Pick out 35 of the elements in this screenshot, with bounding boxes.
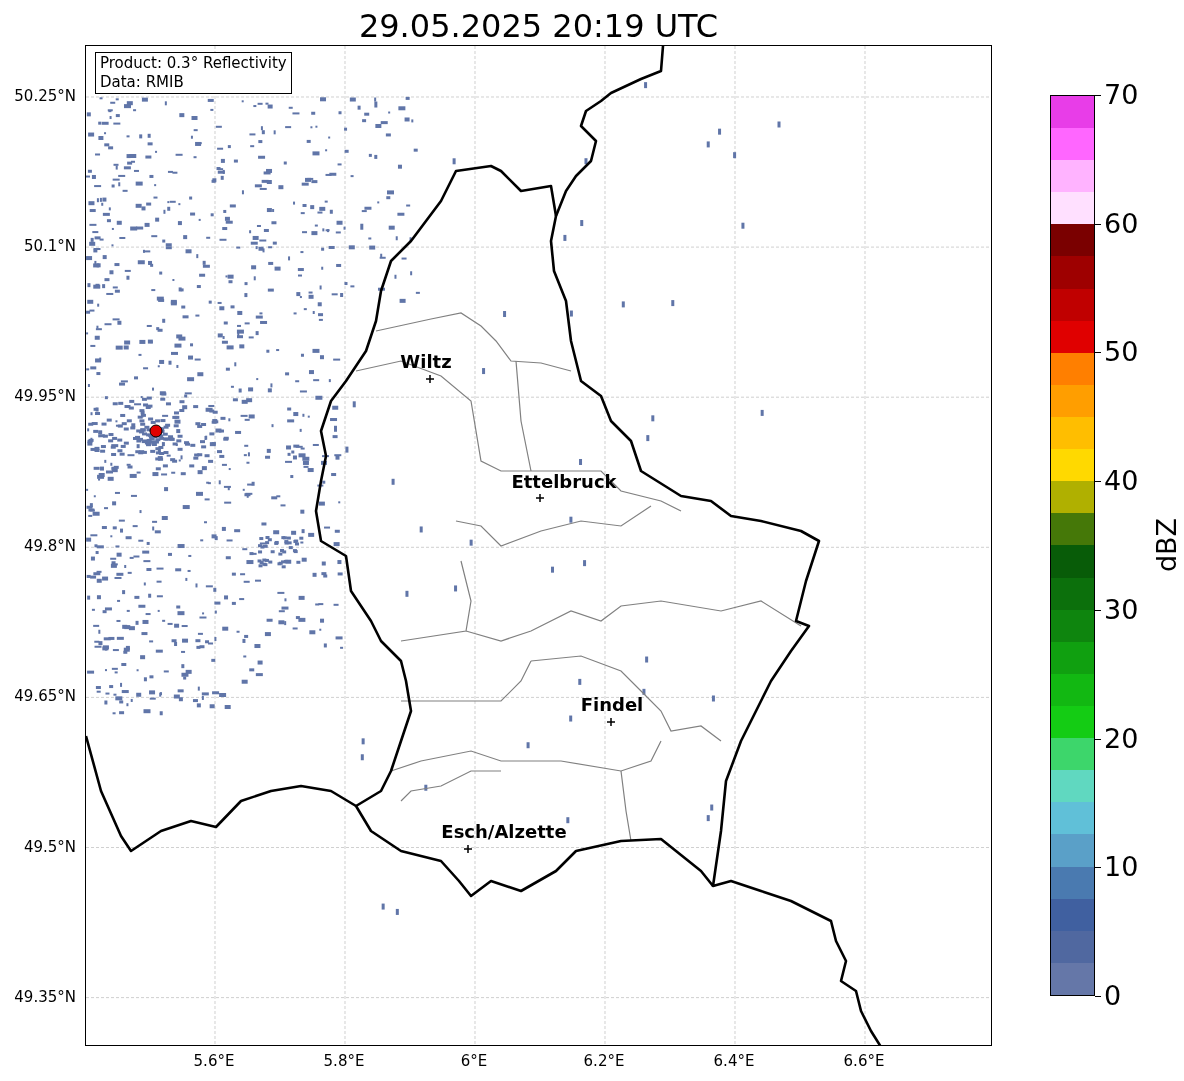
colorbar-tick-label: 40 <box>1104 466 1139 497</box>
city-marker-icon <box>463 844 473 854</box>
city-label: Ettelbruck <box>511 472 617 492</box>
colorbar-tick-label: 20 <box>1104 723 1139 754</box>
axis-tick-label: 6°E <box>460 1052 488 1070</box>
axis-tick-label: 5.8°E <box>323 1052 365 1070</box>
axis-tick-label: 49.35°N <box>14 987 76 1006</box>
info-text: Data: RMIB <box>100 73 185 92</box>
radar-site-marker <box>149 424 163 438</box>
axis-tick-label: 49.5°N <box>23 837 76 856</box>
chart-title: 29.05.2025 20:19 UTC <box>357 6 720 47</box>
city-marker-icon <box>606 717 616 727</box>
colorbar-tick-label: 50 <box>1104 337 1139 368</box>
colorbar-tick-label: 30 <box>1104 594 1139 625</box>
axis-tick-label: 6.6°E <box>843 1052 885 1070</box>
axis-tick-label: 49.8°N <box>23 537 76 556</box>
axis-tick-label: 50.1°N <box>23 237 76 256</box>
axis-tick-label: 49.65°N <box>14 687 76 706</box>
colorbar-tick <box>1095 996 1101 997</box>
colorbar-tick-label: 70 <box>1104 80 1139 110</box>
axis-tick-label: 6.4°E <box>713 1052 755 1070</box>
axis-tick-label: 49.95°N <box>14 387 76 406</box>
city-marker-icon <box>535 493 545 503</box>
city-label: Esch/Alzette <box>441 822 567 842</box>
info-text: Product: 0.3° Reflectivity <box>100 54 287 73</box>
city-label: Wiltz <box>400 352 452 372</box>
colorbar-tick-label: 0 <box>1104 981 1122 1011</box>
city-marker-icon <box>425 374 435 384</box>
colorbar-label: dBZ <box>1152 517 1183 573</box>
axis-tick-label: 50.25°N <box>14 87 76 105</box>
axis-tick-label: 6.2°E <box>583 1052 625 1070</box>
city-label: Findel <box>580 695 644 715</box>
colorbar-tick-label: 60 <box>1104 208 1139 239</box>
colorbar-tick-label: 10 <box>1104 852 1139 883</box>
axis-tick-label: 5.6°E <box>193 1052 235 1070</box>
